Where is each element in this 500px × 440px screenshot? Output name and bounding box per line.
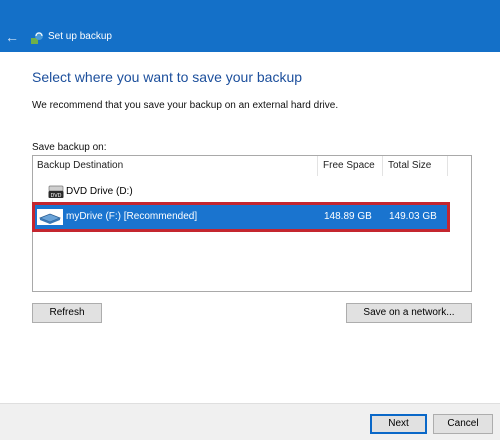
title-bar: ← Set up backup [0,0,500,52]
back-arrow-icon: ← [5,29,19,45]
column-header-total-size[interactable]: Total Size [388,156,448,176]
row-destination-name: myDrive (F:) [Recommended] [66,211,198,222]
table-row-dvd-drive[interactable]: DVD DVD Drive (D:) [34,180,470,204]
save-backup-on-label: Save backup on: [32,142,107,153]
page-heading: Select where you want to save your backu… [32,69,303,85]
dvd-drive-icon: DVD [48,185,64,199]
back-button[interactable]: ← [3,27,21,47]
window-title: Set up backup [48,31,112,42]
external-drive-icon [37,209,63,225]
column-header-destination[interactable]: Backup Destination [37,156,317,176]
next-button[interactable]: Next [370,414,427,434]
backup-destination-list[interactable]: Backup Destination Free Space Total Size… [32,155,472,292]
save-on-network-button[interactable]: Save on a network... [346,303,472,323]
recommendation-text: We recommend that you save your backup o… [32,100,339,111]
column-separator [317,156,318,176]
row-destination-name: DVD Drive (D:) [66,186,133,197]
table-row-mydrive-selected[interactable]: myDrive (F:) [Recommended] 148.89 GB 149… [32,202,450,232]
column-separator [382,156,383,176]
cancel-button[interactable]: Cancel [433,414,493,434]
svg-text:DVD: DVD [50,193,61,199]
column-header-free-space[interactable]: Free Space [323,156,383,176]
row-free-space: 148.89 GB [324,211,372,222]
row-total-size: 149.03 GB [389,211,437,222]
refresh-button[interactable]: Refresh [32,303,102,323]
column-separator [447,156,448,176]
backup-app-icon [31,32,43,44]
